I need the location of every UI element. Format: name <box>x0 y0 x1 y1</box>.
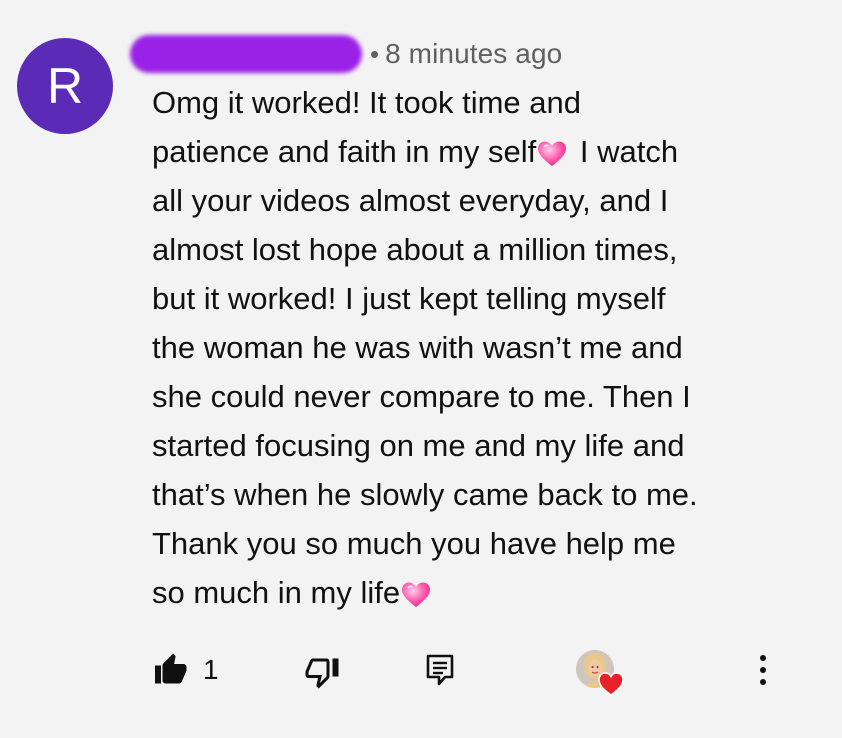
comment-line: Omg it worked! It took time and <box>152 85 582 120</box>
comment-text: Omg it worked! It took time and patience… <box>152 78 792 617</box>
timestamp[interactable]: 8 minutes ago <box>385 38 562 70</box>
comment-line-part: patience and faith in my self <box>152 134 537 169</box>
comment-meta: • 8 minutes ago <box>130 34 562 74</box>
comment-line: she could never compare to me. Then I <box>152 379 691 414</box>
creator-heart-badge <box>574 648 626 700</box>
more-options-button[interactable] <box>748 648 778 692</box>
author-name-redacted[interactable] <box>130 35 362 73</box>
creator-heart-icon <box>598 672 624 696</box>
sparkling-heart-emoji-icon <box>538 141 567 166</box>
comment-line: so much in my life <box>152 568 792 617</box>
comment-line: patience and faith in my self I watch <box>152 127 792 176</box>
comment-line: the woman he was with wasn’t me and <box>152 330 683 365</box>
comment-actions: 1 <box>0 640 842 700</box>
comment-line-part: I watch <box>571 134 679 169</box>
reply-button[interactable] <box>424 652 456 688</box>
like-count: 1 <box>203 654 219 685</box>
comment-line: but it worked! I just kept telling mysel… <box>152 281 666 316</box>
comment-line: started focusing on me and my life and <box>152 428 685 463</box>
comment-card: R • 8 minutes ago Omg it worked! It took… <box>0 0 842 738</box>
comment-icon <box>426 654 454 686</box>
avatar-letter: R <box>46 58 84 114</box>
dislike-button[interactable] <box>302 652 342 692</box>
meta-separator: • <box>370 38 380 69</box>
more-vert-icon-dot <box>760 655 766 661</box>
sparkling-heart-emoji-icon <box>402 582 431 607</box>
comment-line-part: so much in my life <box>152 575 401 610</box>
comment-line: Thank you so much you have help me <box>152 526 676 561</box>
avatar[interactable]: R <box>17 38 113 134</box>
more-vert-icon-dot <box>760 667 766 673</box>
thumb-down-icon <box>305 658 339 689</box>
more-vert-icon-dot <box>760 679 766 685</box>
like-button[interactable] <box>150 650 190 690</box>
comment-line: all your videos almost everyday, and I <box>152 183 669 218</box>
comment-line: almost lost hope about a million times, <box>152 232 678 267</box>
thumb-up-icon <box>155 653 187 684</box>
comment-line: that’s when he slowly came back to me. <box>152 477 698 512</box>
